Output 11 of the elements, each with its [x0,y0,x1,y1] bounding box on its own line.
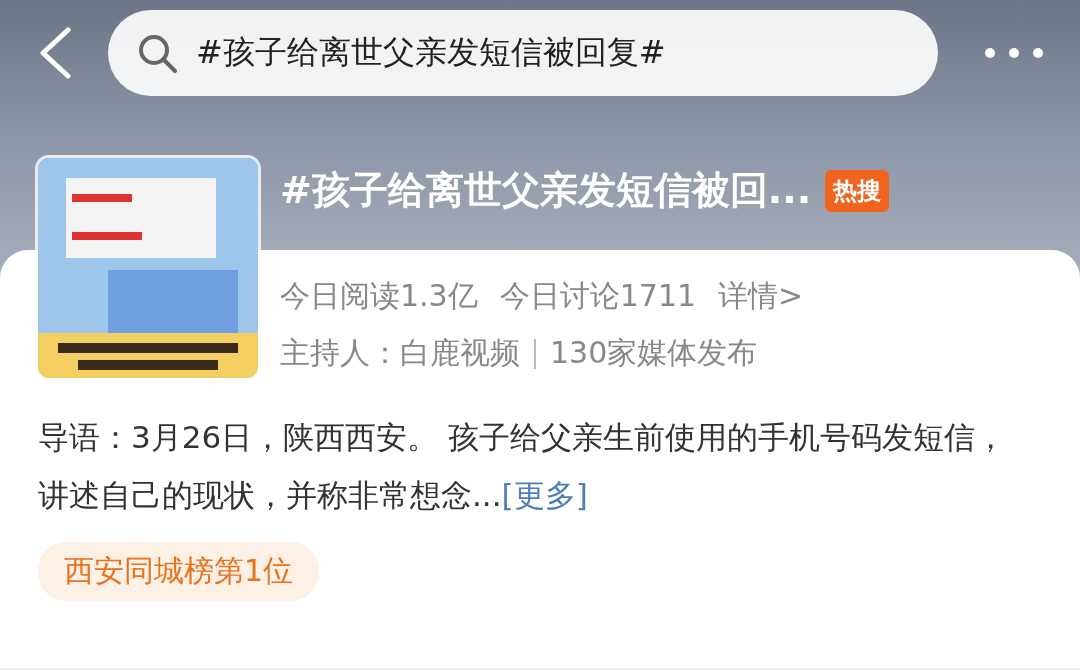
stat-text: 今日阅读1.3亿 [280,277,478,315]
stat-text: 今日讨论1711 [499,277,697,315]
media-count: 130家媒体发布 [550,334,758,372]
more-link[interactable]: [更多] [501,477,588,513]
topic-title: #孩子给离世父亲发短信被回... [280,167,812,214]
host-text: 主持人：白鹿视频 [280,334,520,372]
search-field[interactable]: #孩子给离世父亲发短信被回复# [108,9,938,96]
details-link[interactable]: 详情> [718,276,804,317]
rank-tag[interactable]: 西安同城榜第1位 [38,542,320,601]
hot-badge: 热搜 [825,169,890,212]
intro-text: 导语：3月26日，陕西西安。 孩子给父亲生前使用的手机号码发短信，讲述自己的现状，并称非常想念...[更多] [38,418,1008,515]
